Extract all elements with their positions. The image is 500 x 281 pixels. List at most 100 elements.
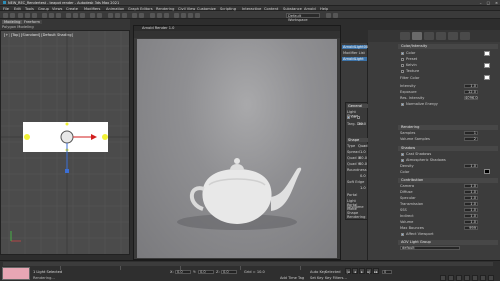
rotate-icon[interactable] xyxy=(73,12,78,18)
zoom-icon[interactable] xyxy=(440,275,446,281)
goto-end-icon[interactable]: ▸▸ xyxy=(373,268,379,274)
maxscript-listener[interactable] xyxy=(2,267,30,280)
render-teapot-icon[interactable] xyxy=(195,12,200,18)
prev-frame-icon[interactable]: ◂ xyxy=(352,268,358,274)
soft-edge-field[interactable]: 1.0 xyxy=(360,186,366,190)
section-rendering[interactable]: Rendering xyxy=(398,125,498,130)
display-tab-icon[interactable] xyxy=(448,32,458,40)
unlink-icon[interactable] xyxy=(25,12,30,18)
light-handle-left[interactable] xyxy=(24,134,30,140)
kelvin-swatch[interactable] xyxy=(484,63,490,68)
top-viewport[interactable]: [+] [Top] [Standard] [Default Shading] xyxy=(0,30,130,255)
goto-start-icon[interactable]: |◂ xyxy=(345,268,351,274)
modifier-list-dropdown[interactable]: Modifier List xyxy=(342,51,367,55)
utilities-tab-icon[interactable] xyxy=(460,32,470,40)
close-button[interactable]: × xyxy=(495,1,498,5)
targ-dist-field[interactable]: 30.0 xyxy=(358,122,366,126)
snap-icon[interactable] xyxy=(108,12,113,18)
percent-snap-icon[interactable] xyxy=(122,12,127,18)
modifier-stack-item[interactable]: ArnoldLight xyxy=(342,57,367,61)
filter-color-swatch[interactable] xyxy=(484,75,490,80)
undo-icon[interactable] xyxy=(3,12,8,18)
spread-field[interactable]: 1.0 xyxy=(360,150,366,154)
z-coordinate-field[interactable]: 0.0 xyxy=(221,270,237,274)
atmospheric-shadows-checkbox[interactable] xyxy=(401,159,404,162)
aov-light-group-field[interactable]: default xyxy=(400,246,460,250)
tab-freeform[interactable]: Freeform xyxy=(22,20,43,24)
contrib-specular-field[interactable]: 1.0 xyxy=(464,196,478,200)
selected-dropdown[interactable]: Selected xyxy=(325,270,341,274)
auto-key-button[interactable]: Auto Key xyxy=(310,270,326,274)
render-window[interactable]: Arnold Render 1.0 xyxy=(133,25,341,260)
shadow-density-field[interactable]: 1.0 xyxy=(464,164,478,168)
add-time-tag[interactable]: Add Time Tag xyxy=(280,276,304,280)
maximize-button[interactable]: □ xyxy=(487,1,490,5)
tab-modeling[interactable]: Modeling xyxy=(2,20,23,24)
exposure-field[interactable]: 12.0 xyxy=(464,90,478,94)
volume-samples-field[interactable]: 2 xyxy=(464,137,478,141)
intensity-field[interactable]: 1.0 xyxy=(464,84,478,88)
normalize-checkbox[interactable] xyxy=(401,103,404,106)
material-editor-icon[interactable] xyxy=(174,12,179,18)
pivot-icon[interactable] xyxy=(97,12,102,18)
region-select-icon[interactable] xyxy=(56,12,61,18)
folder-icon[interactable] xyxy=(333,12,338,18)
zoom-extents-icon[interactable] xyxy=(456,275,462,281)
on-checkbox[interactable] xyxy=(347,116,350,119)
affect-viewport-checkbox[interactable] xyxy=(401,233,404,236)
set-key-button[interactable]: Set Key xyxy=(310,276,324,280)
scale-icon[interactable] xyxy=(80,12,85,18)
curve-editor-icon[interactable] xyxy=(157,12,162,18)
current-frame-field[interactable]: 0 xyxy=(382,270,392,274)
samples-field[interactable]: 1 xyxy=(464,131,478,135)
contrib-max-bounces-field[interactable]: 999 xyxy=(464,226,478,230)
select-by-name-icon[interactable] xyxy=(49,12,54,18)
texture-checkbox[interactable] xyxy=(401,70,404,73)
quad-x-field[interactable]: 80.0 xyxy=(359,156,367,160)
link-icon[interactable] xyxy=(18,12,23,18)
contrib-transmission-field[interactable]: 1.0 xyxy=(464,202,478,206)
key-filters-button[interactable]: Key Filters... xyxy=(325,276,347,280)
shadow-color-swatch[interactable] xyxy=(484,169,490,174)
align-icon[interactable] xyxy=(139,12,144,18)
render-setup-icon[interactable] xyxy=(181,12,186,18)
orbit-icon[interactable] xyxy=(480,275,486,281)
project-icon[interactable] xyxy=(326,12,331,18)
x-coordinate-field[interactable]: 0.0 xyxy=(175,270,191,274)
timeline-slider[interactable] xyxy=(3,262,493,266)
color-radio[interactable] xyxy=(401,52,404,55)
reference-icon[interactable] xyxy=(90,12,95,18)
next-frame-icon[interactable]: ▸| xyxy=(366,268,372,274)
contrib-sss-field[interactable]: 1.0 xyxy=(464,208,478,212)
motion-tab-icon[interactable] xyxy=(436,32,446,40)
bind-icon[interactable] xyxy=(32,12,37,18)
kelvin-radio[interactable] xyxy=(401,64,404,67)
section-general[interactable]: General xyxy=(347,104,368,108)
cast-shadows-checkbox[interactable] xyxy=(401,153,404,156)
section-contribution[interactable]: Contribution xyxy=(398,178,498,183)
workspace-dropdown[interactable]: Default Workspace xyxy=(286,12,320,22)
teapot-icon[interactable] xyxy=(60,130,74,144)
layers-icon[interactable] xyxy=(150,12,155,18)
shape-type-field[interactable]: Quad xyxy=(358,144,368,148)
schematic-icon[interactable] xyxy=(164,12,169,18)
quad-y-field[interactable]: 80.0 xyxy=(359,162,367,166)
zoom-all-icon[interactable] xyxy=(448,275,454,281)
section-color-intensity[interactable]: Color/Intensity xyxy=(398,44,498,49)
mirror-icon[interactable] xyxy=(132,12,137,18)
section-shape[interactable]: Shape xyxy=(347,138,368,142)
maximize-viewport-icon[interactable] xyxy=(488,275,494,281)
render-frame-icon[interactable] xyxy=(188,12,193,18)
hierarchy-tab-icon[interactable] xyxy=(424,32,434,40)
y-coordinate-field[interactable]: 0.0 xyxy=(198,270,214,274)
preset-radio[interactable] xyxy=(401,58,404,61)
pan-icon[interactable] xyxy=(472,275,478,281)
angle-snap-icon[interactable] xyxy=(115,12,120,18)
move-icon[interactable] xyxy=(66,12,71,18)
roundness-field[interactable]: 0.0 xyxy=(360,174,366,178)
light-handle-right[interactable] xyxy=(102,134,108,140)
section-aov-light-group[interactable]: AOV Light Group xyxy=(398,240,498,245)
contrib-volume-field[interactable]: 1.0 xyxy=(464,220,478,224)
color-swatch[interactable] xyxy=(484,51,490,56)
section-shadow[interactable]: Shadow xyxy=(398,146,498,151)
